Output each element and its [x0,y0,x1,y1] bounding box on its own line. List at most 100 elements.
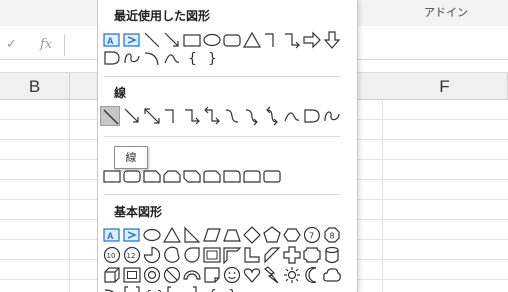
double-bracket-shape[interactable] [122,285,142,292]
svg-text:A: A [107,36,114,46]
line-shape[interactable] [142,30,162,50]
left-bracket-shape[interactable] [162,285,182,292]
round-diagonal-corner-rectangle-shape[interactable] [262,166,282,186]
block-arc-shape[interactable] [182,265,202,285]
elbow-connector-shape[interactable] [262,30,282,50]
teardrop-shape[interactable] [182,245,202,265]
svg-text:}: } [208,51,217,67]
arrow-line-shape[interactable] [162,30,182,50]
arc-shape[interactable] [102,285,122,292]
bevel-shape[interactable] [122,265,142,285]
pie-shape[interactable] [142,245,162,265]
arc-shape[interactable] [142,48,162,68]
snip-same-side-corner-rectangle-shape[interactable] [162,166,182,186]
scribble-shape[interactable] [322,106,342,126]
left-brace-shape[interactable]: { [202,285,222,292]
svg-text:{: { [208,288,217,292]
lightning-bolt-shape[interactable] [262,265,282,285]
elbow-arrow-connector-shape[interactable] [182,106,202,126]
arrow-line-shape[interactable] [122,106,142,126]
check-icon[interactable]: ✓ [6,37,17,52]
rounded-rectangle-shape[interactable] [222,30,242,50]
curved-arrow-connector-shape[interactable] [242,106,262,126]
textbox-shape[interactable]: A [102,225,122,245]
frame-shape[interactable] [202,245,222,265]
column-header-f[interactable]: F [382,73,508,100]
column-header-b[interactable]: B [0,73,70,100]
pentagon-shape[interactable] [262,225,282,245]
snip-single-corner-rectangle-shape[interactable] [142,166,162,186]
section-divider [104,76,340,77]
donut-shape[interactable] [142,265,162,285]
oval-shape[interactable] [142,225,162,245]
vertical-textbox-shape[interactable] [122,30,142,50]
folded-corner-shape[interactable] [202,265,222,285]
svg-text:7: 7 [309,232,314,241]
svg-text:12: 12 [127,252,136,260]
freeform-scribble-shape[interactable] [122,48,142,68]
chord-shape[interactable] [162,245,182,265]
right-bracket-shape[interactable] [182,285,202,292]
flowchart-delay-shape[interactable] [102,48,122,68]
rectangle-shape[interactable] [102,166,122,186]
down-arrow-shape[interactable] [322,30,342,50]
can-shape[interactable] [322,245,342,265]
decagon-shape[interactable]: 10 [102,245,122,265]
curved-double-arrow-connector-shape[interactable] [262,106,282,126]
line-shape-selected[interactable] [100,106,120,126]
textbox-shape[interactable]: A [102,30,122,50]
tab-addins[interactable]: アドイン [424,4,468,20]
dodecagon-shape[interactable]: 12 [122,245,142,265]
snip-diagonal-corner-rectangle-shape[interactable] [182,166,202,186]
triangle-shape[interactable] [162,225,182,245]
trapezoid-shape[interactable] [222,225,242,245]
diamond-shape[interactable] [242,225,262,245]
rectangle-shape[interactable] [182,30,202,50]
half-frame-shape[interactable] [222,245,242,265]
curved-connector-shape[interactable] [222,106,242,126]
right-triangle-shape[interactable] [182,225,202,245]
right-brace-shape[interactable]: } [202,48,222,68]
right-brace-shape[interactable]: } [222,285,242,292]
curve-shape[interactable] [162,48,182,68]
elbow-arrow-connector-shape[interactable] [282,30,302,50]
elbow-double-arrow-connector-shape[interactable] [202,106,222,126]
round-same-side-corner-rectangle-shape[interactable] [242,166,262,186]
diagonal-stripe-shape[interactable] [262,245,282,265]
freeform-shape[interactable] [302,106,322,126]
hexagon-shape[interactable] [282,225,302,245]
column-divider [69,100,70,292]
svg-text:8: 8 [330,232,335,241]
rounded-rectangle-shape[interactable] [122,166,142,186]
svg-text:A: A [107,231,114,241]
elbow-connector-shape[interactable] [162,106,182,126]
double-brace-shape[interactable]: { } [142,285,162,292]
right-arrow-shape[interactable] [302,30,322,50]
oval-shape[interactable] [202,30,222,50]
cloud-shape[interactable] [322,265,342,285]
double-arrow-line-shape[interactable] [142,106,162,126]
vertical-textbox-shape[interactable] [122,225,142,245]
section-divider [104,136,340,137]
smiley-face-shape[interactable] [222,265,242,285]
cross-shape[interactable] [282,245,302,265]
moon-shape[interactable] [302,265,322,285]
l-shape[interactable] [242,245,262,265]
plaque-shape[interactable] [302,245,322,265]
heart-shape[interactable] [242,265,262,285]
snip-round-corner-rectangle-shape[interactable] [202,166,222,186]
svg-text:{: { [188,51,197,67]
triangle-shape[interactable] [242,30,262,50]
parallelogram-shape[interactable] [202,225,222,245]
octagon-shape[interactable]: 8 [322,225,342,245]
sun-shape[interactable] [282,265,302,285]
shapes-dropdown: 最近使用した図形 A { } 線 基本図形 A 7 8 10 12 線 [97,0,358,292]
svg-text:}: } [228,288,237,292]
round-single-corner-rectangle-shape[interactable] [222,166,242,186]
left-brace-shape[interactable]: { [182,48,202,68]
curve-shape[interactable] [282,106,302,126]
insert-function-button[interactable]: fx [40,37,52,52]
heptagon-shape[interactable]: 7 [302,225,322,245]
no-symbol-shape[interactable] [162,265,182,285]
cube-shape[interactable] [102,265,122,285]
